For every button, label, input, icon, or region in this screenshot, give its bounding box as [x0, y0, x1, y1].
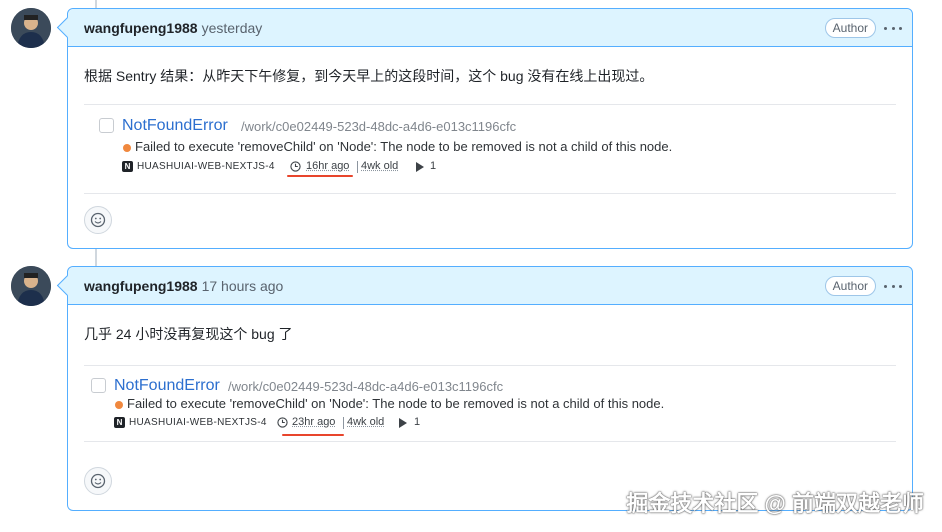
highlight-underline	[282, 434, 344, 436]
highlight-underline	[287, 175, 353, 177]
comment-box: wangfupeng1988 yesterday Author 根据 Sentr…	[67, 8, 913, 249]
issue-events-count: 1	[414, 416, 421, 428]
sentry-issue-card[interactable]: NotFoundError /work/c0e02449-523d-48dc-a…	[84, 104, 896, 194]
play-icon	[399, 418, 407, 428]
error-level-dot	[123, 144, 131, 152]
kebab-icon[interactable]	[884, 19, 902, 37]
comment-author[interactable]: wangfupeng1988	[84, 20, 198, 36]
comment-author[interactable]: wangfupeng1988	[84, 278, 198, 294]
issue-project[interactable]: HUASHUIAI-WEB-NEXTJS-4	[137, 161, 275, 172]
avatar[interactable]	[11, 266, 51, 306]
smiley-icon	[90, 473, 106, 489]
avatar[interactable]	[11, 8, 51, 48]
issue-path: /work/c0e02449-523d-48dc-a4d6-e013c1196c…	[228, 379, 504, 394]
add-reaction-button[interactable]	[84, 467, 112, 495]
timeline-connector	[95, 0, 97, 8]
issue-checkbox[interactable]	[99, 118, 114, 133]
issue-title[interactable]: NotFoundError	[122, 117, 228, 135]
comment-header: wangfupeng1988 17 hours ago Author	[68, 267, 912, 305]
issue-message: Failed to execute 'removeChild' on 'Node…	[127, 396, 665, 411]
clock-icon	[290, 161, 301, 172]
add-reaction-button[interactable]	[84, 206, 112, 234]
comment-header: wangfupeng1988 yesterday Author	[68, 9, 912, 47]
play-icon	[416, 162, 424, 172]
nextjs-icon: N	[114, 417, 125, 428]
issue-age[interactable]: 4wk old	[361, 160, 398, 172]
issue-age[interactable]: 4wk old	[347, 416, 384, 428]
error-level-dot	[115, 401, 123, 409]
comment-time[interactable]: 17 hours ago	[202, 278, 284, 294]
meta-separator	[343, 417, 344, 429]
sentry-issue-card[interactable]: NotFoundError /work/c0e02449-523d-48dc-a…	[84, 365, 896, 442]
comment-body: 几乎 24 小时没再复现这个 bug 了	[84, 326, 293, 342]
timeline-connector	[95, 249, 97, 266]
issue-project[interactable]: HUASHUIAI-WEB-NEXTJS-4	[129, 417, 267, 428]
nextjs-icon: N	[122, 161, 133, 172]
smiley-icon	[90, 212, 106, 228]
issue-title[interactable]: NotFoundError	[114, 377, 220, 395]
comment-body: 根据 Sentry 结果：从昨天下午修复，到今天早上的这段时间，这个 bug 没…	[84, 68, 654, 84]
comment-time[interactable]: yesterday	[202, 20, 263, 36]
meta-separator	[357, 161, 358, 173]
issue-path: /work/c0e02449-523d-48dc-a4d6-e013c1196c…	[241, 119, 517, 134]
issue-checkbox[interactable]	[91, 378, 106, 393]
issue-last-seen[interactable]: 16hr ago	[306, 160, 349, 172]
author-badge: Author	[824, 276, 876, 296]
kebab-icon[interactable]	[884, 277, 902, 295]
clock-icon	[277, 417, 288, 428]
watermark: 掘金技术社区 @ 前端双越老师	[626, 491, 924, 516]
issue-last-seen[interactable]: 23hr ago	[292, 416, 335, 428]
comment-box: wangfupeng1988 17 hours ago Author 几乎 24…	[67, 266, 913, 511]
author-badge: Author	[824, 18, 876, 38]
issue-message: Failed to execute 'removeChild' on 'Node…	[135, 139, 673, 154]
issue-events-count: 1	[430, 160, 437, 172]
